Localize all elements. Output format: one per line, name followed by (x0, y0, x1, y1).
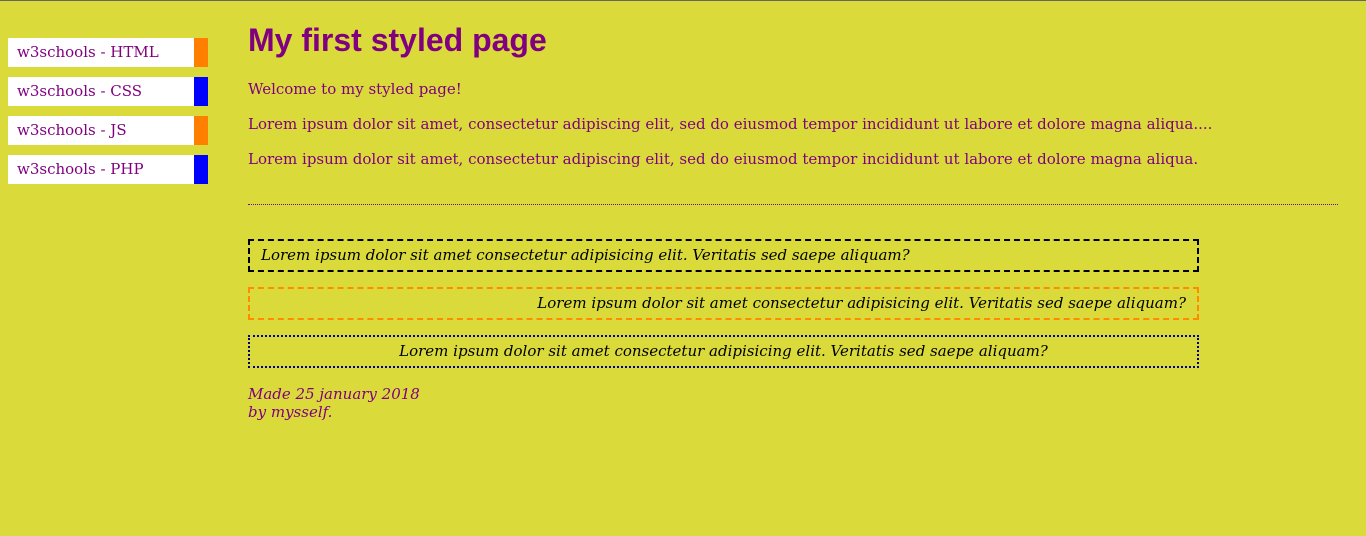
sidebar-nav: w3schools - HTML w3schools - CSS w3schoo… (8, 38, 208, 194)
quote-box-center: Lorem ipsum dolor sit amet consectetur a… (248, 335, 1199, 368)
nav-link-css[interactable]: w3schools - CSS (8, 77, 208, 106)
paragraph: Lorem ipsum dolor sit amet, consectetur … (248, 115, 1213, 133)
nav-link-label: w3schools - PHP (17, 160, 144, 178)
welcome-text: Welcome to my styled page! (248, 80, 462, 98)
page-title: My first styled page (248, 22, 547, 58)
nav-accent-stripe (194, 38, 208, 67)
footer-date: Made 25 january 2018 (248, 385, 420, 403)
nav-link-php[interactable]: w3schools - PHP (8, 155, 208, 184)
quote-box-left: Lorem ipsum dolor sit amet consectetur a… (248, 239, 1199, 272)
divider (248, 204, 1338, 205)
nav-link-html[interactable]: w3schools - HTML (8, 38, 208, 67)
quote-box-right: Lorem ipsum dolor sit amet consectetur a… (248, 287, 1199, 320)
nav-accent-stripe (194, 155, 208, 184)
nav-accent-stripe (194, 116, 208, 145)
paragraph: Lorem ipsum dolor sit amet, consectetur … (248, 150, 1199, 168)
nav-link-label: w3schools - HTML (17, 43, 159, 61)
main-content: My first styled page Welcome to my style… (248, 1, 1338, 421)
footer: Made 25 january 2018 by mysself. (248, 385, 1338, 421)
nav-link-label: w3schools - CSS (17, 82, 143, 100)
nav-link-label: w3schools - JS (17, 121, 127, 139)
nav-link-js[interactable]: w3schools - JS (8, 116, 208, 145)
nav-accent-stripe (194, 77, 208, 106)
footer-author: by mysself. (248, 403, 333, 421)
